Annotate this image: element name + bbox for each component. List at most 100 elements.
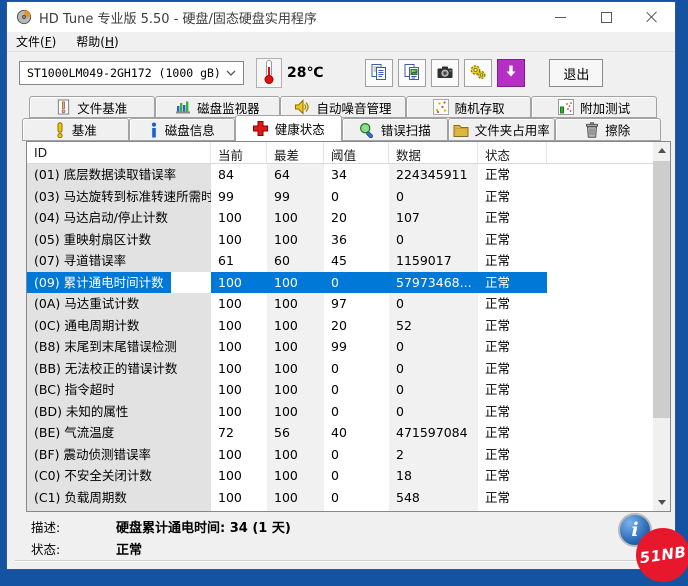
tab-random-access[interactable]: 随机存取 — [406, 96, 532, 118]
attribute-id-text: (BC) 指令超时 — [27, 379, 122, 401]
watermark-text: 51NB — [639, 543, 688, 567]
copy-image-icon — [403, 63, 421, 84]
menu-item-help-menu[interactable]: 帮助(H) — [76, 33, 118, 50]
table-row[interactable]: (BF) 震动侦测错误率10010002正常 — [27, 444, 653, 466]
column-header[interactable]: 最差 — [267, 142, 324, 163]
table-row[interactable]: (BC) 指令超时10010000正常 — [27, 379, 653, 401]
filler-cell — [547, 293, 653, 315]
current-cell: 100 — [211, 379, 267, 401]
table-row[interactable]: (0A) 马达重试计数100100970正常 — [27, 293, 653, 315]
table-row[interactable]: (03) 马达旋转到标准转速所需时间999900正常 — [27, 186, 653, 208]
drive-selector-dropdown[interactable]: ST1000LM049-2GH172 (1000 gB) — [19, 61, 244, 85]
status-label: 状态: — [31, 539, 116, 558]
filler-cell — [547, 336, 653, 358]
data-cell: 0 — [389, 229, 478, 251]
copy-image-button[interactable] — [398, 59, 426, 87]
current-cell: 100 — [211, 336, 267, 358]
table-row[interactable]: (01) 底层数据读取错误率846434224345911正常 — [27, 164, 653, 186]
filler-cell — [547, 487, 653, 509]
scrollbar-down-button[interactable] — [653, 494, 670, 511]
tab-folder-usage[interactable]: 文件夹占用率 — [448, 118, 555, 141]
tab-label: 磁盘监视器 — [197, 98, 260, 117]
table-row[interactable]: (BB) 无法校正的错误计数10010000正常 — [27, 358, 653, 380]
menubar: 文件(F) 帮助(H) — [7, 32, 675, 52]
status-cell: 正常 — [478, 336, 547, 358]
window-title: HD Tune 专业版 5.50 - 硬盘/固态硬盘实用程序 — [39, 8, 317, 27]
tab-file-benchmark[interactable]: 文件基准 — [29, 96, 155, 118]
data-cell: 57973468... — [389, 272, 478, 294]
threshold-cell: 0 — [324, 487, 389, 509]
description-value: 硬盘累计通电时间: 34 (1 天) — [116, 517, 291, 536]
status-cell: 正常 — [478, 164, 547, 186]
table-row[interactable]: (0C) 通电周期计数1001002052正常 — [27, 315, 653, 337]
worst-cell: 100 — [267, 293, 324, 315]
screenshot-button[interactable] — [431, 59, 459, 87]
screenshot-icon — [436, 64, 454, 83]
tab-health-status[interactable]: 健康状态 — [235, 115, 342, 141]
maximize-button[interactable] — [583, 2, 629, 32]
column-header[interactable]: 阈值 — [324, 142, 389, 163]
column-header[interactable]: 当前 — [211, 142, 267, 163]
attribute-id-cell: (03) 马达旋转到标准转速所需时间 — [27, 186, 211, 208]
menu-item-label: ) — [114, 35, 119, 49]
table-row[interactable]: (BD) 未知的属性10010000正常 — [27, 401, 653, 423]
menu-item-label: 帮助( — [76, 35, 105, 49]
table-row[interactable]: (B8) 末尾到末尾错误检测100100990正常 — [27, 336, 653, 358]
table-row[interactable]: (BE) 气流温度725640471597084正常 — [27, 422, 653, 444]
attribute-id-text: (C0) 不安全关闭计数 — [27, 465, 159, 487]
attribute-id-cell: (BF) 震动侦测错误率 — [27, 444, 211, 466]
worst-cell: 56 — [267, 422, 324, 444]
threshold-cell: 45 — [324, 250, 389, 272]
current-cell: 99 — [211, 186, 267, 208]
table-row[interactable]: (05) 重映射扇区计数100100360正常 — [27, 229, 653, 251]
worst-cell: 100 — [267, 229, 324, 251]
download-button[interactable] — [497, 59, 525, 87]
filler-cell — [547, 508, 653, 511]
status-cell: 正常 — [478, 422, 547, 444]
tab-label: 附加测试 — [580, 98, 630, 117]
table-row[interactable]: (C0) 不安全关闭计数100100018正常 — [27, 465, 653, 487]
temperature-button[interactable] — [256, 58, 282, 88]
tab-error-scan[interactable]: 错误扫描 — [342, 118, 449, 141]
exit-button[interactable]: 退出 — [549, 59, 603, 87]
threshold-cell: 40 — [324, 422, 389, 444]
tab-extra-tests[interactable]: 附加测试 — [531, 96, 657, 118]
attribute-id-text: (0A) 马达重试计数 — [27, 293, 146, 315]
menu-item-file-menu[interactable]: 文件(F) — [16, 33, 56, 50]
status-cell: 正常 — [478, 315, 547, 337]
column-header[interactable]: 状态 — [478, 142, 547, 163]
scrollbar-thumb[interactable] — [653, 161, 670, 418]
extra-tests-icon — [558, 99, 574, 115]
table-row[interactable]: (04) 马达启动/停止计数10010020107正常 — [27, 207, 653, 229]
current-cell: 100 — [211, 465, 267, 487]
column-header[interactable]: ID — [27, 142, 211, 163]
data-cell: 1159017 — [389, 250, 478, 272]
arrow-up-icon — [658, 148, 666, 153]
minimize-button[interactable] — [537, 2, 583, 32]
attribute-id-text: (03) 马达旋转到标准转速所需时间 — [27, 186, 211, 208]
tab-row-bottom: 基准磁盘信息 健康状态错误扫描文件夹占用率擦除 — [22, 118, 661, 141]
column-header[interactable]: 数据 — [389, 142, 478, 163]
close-button[interactable] — [629, 2, 675, 32]
data-cell: 0 — [389, 401, 478, 423]
scrollbar-up-button[interactable] — [653, 142, 670, 159]
file-benchmark-icon — [56, 99, 71, 115]
tab-disk-info[interactable]: 磁盘信息 — [129, 118, 236, 141]
tab-erase[interactable]: 擦除 — [555, 118, 662, 141]
settings-button[interactable] — [464, 59, 492, 87]
attribute-id-cell: (C2) 温度 — [27, 508, 211, 511]
table-row[interactable]: (C2) 温度正常 — [27, 508, 653, 511]
tab-label: 健康状态 — [275, 119, 325, 138]
vertical-scrollbar[interactable] — [653, 142, 670, 511]
status-cell: 正常 — [478, 487, 547, 509]
data-cell: 0 — [389, 336, 478, 358]
current-cell: 100 — [211, 229, 267, 251]
current-cell: 100 — [211, 358, 267, 380]
attribute-id-cell: (07) 寻道错误率 — [27, 250, 211, 272]
copy-text-button[interactable] — [365, 59, 393, 87]
table-row[interactable]: (C1) 负载周期数1001000548正常 — [27, 487, 653, 509]
data-cell: 52 — [389, 315, 478, 337]
tab-benchmark[interactable]: 基准 — [22, 118, 129, 141]
table-row[interactable]: (07) 寻道错误率6160451159017正常 — [27, 250, 653, 272]
table-row[interactable]: (09) 累计通电时间计数100100057973468...正常 — [27, 272, 653, 294]
